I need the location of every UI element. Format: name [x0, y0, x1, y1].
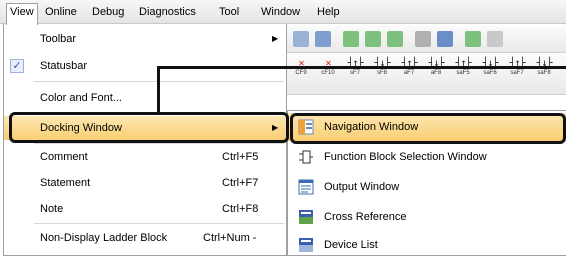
shortcut-label: Ctrl+F7 [222, 177, 259, 189]
read-icon[interactable] [487, 31, 503, 47]
function-key-label: saF7 [510, 70, 524, 76]
submenu-item-cross-reference-label: Cross Reference [324, 211, 407, 223]
monitor-icon[interactable] [315, 31, 331, 47]
menu-item-non-display-ladder-block-label: Non-Display Ladder Block [40, 232, 168, 244]
menu-tool[interactable]: Tool [216, 4, 242, 21]
menu-bar: View Online Debug Diagnostics Tool Windo… [0, 0, 566, 25]
menu-item-color-and-font-label: Color and Font... [40, 92, 122, 104]
ladder-icon[interactable] [343, 31, 359, 47]
submenu-item-device-list[interactable]: Device List [288, 231, 566, 259]
menu-view-label: View [10, 6, 34, 18]
checkmark-icon: ✓ [10, 59, 24, 73]
menu-item-toolbar-label: Toolbar [40, 33, 77, 45]
callout-leader-line [157, 66, 566, 69]
menu-item-non-display-ladder-block[interactable]: Non-Display Ladder Block Ctrl+Num - [4, 226, 286, 250]
function-block-icon [299, 150, 313, 164]
device-list-icon [299, 238, 313, 252]
navigation-window-callout [290, 113, 566, 144]
menu-item-comment[interactable]: Comment Ctrl+F5 [4, 145, 286, 169]
docking-window-callout [9, 112, 289, 143]
function-key-label: aF8 [430, 70, 442, 76]
ladder-insert-icon[interactable] [365, 31, 381, 47]
function-key-label: saF5 [456, 70, 470, 76]
submenu-item-function-block-selection-window[interactable]: Function Block Selection Window [288, 143, 566, 171]
menu-diagnostics[interactable]: Diagnostics [136, 4, 199, 21]
menu-item-color-and-font[interactable]: Color and Font... [4, 86, 286, 110]
menu-separator [34, 143, 284, 144]
standard-toolbar [283, 26, 566, 53]
function-key-label: sF7 [349, 70, 360, 76]
menu-help-label: Help [317, 6, 340, 18]
function-key-label: aF7 [403, 70, 415, 76]
submenu-arrow-icon: ▶ [272, 34, 279, 43]
cross-reference-icon [299, 210, 313, 224]
menu-online[interactable]: Online [42, 4, 80, 21]
shortcut-label: Ctrl+Num - [203, 232, 257, 244]
menu-window[interactable]: Window [258, 4, 303, 21]
menu-online-label: Online [45, 6, 77, 18]
submenu-item-device-list-label: Device List [324, 239, 378, 251]
zoom-icon[interactable] [415, 31, 431, 47]
menu-separator [34, 223, 284, 224]
function-key-label: CF9 [295, 70, 307, 76]
shortcut-label: Ctrl+F5 [222, 151, 259, 163]
menu-item-comment-label: Comment [40, 151, 88, 163]
submenu-item-function-block-selection-window-label: Function Block Selection Window [324, 151, 487, 163]
menu-diagnostics-label: Diagnostics [139, 6, 196, 18]
submenu-item-output-window[interactable]: Output Window [288, 173, 566, 201]
print-icon[interactable] [293, 31, 309, 47]
menu-item-note[interactable]: Note Ctrl+F8 [4, 197, 286, 221]
menu-debug-label: Debug [92, 6, 125, 18]
shortcut-label: Ctrl+F8 [222, 203, 259, 215]
menu-window-label: Window [261, 6, 301, 18]
monitor-start-icon[interactable] [437, 31, 453, 47]
submenu-item-output-window-label: Output Window [324, 181, 400, 193]
ladder-parallel-icon[interactable] [387, 31, 403, 47]
function-key-label: saF8 [537, 70, 551, 76]
menu-view[interactable]: View [6, 3, 38, 25]
menu-item-statement[interactable]: Statement Ctrl+F7 [4, 171, 286, 195]
output-window-icon [298, 179, 314, 195]
menu-item-note-label: Note [40, 203, 64, 215]
menu-debug[interactable]: Debug [89, 4, 127, 21]
callout-leader-line [157, 66, 160, 113]
menu-item-statement-label: Statement [40, 177, 91, 189]
function-key-label: cF10 [321, 70, 335, 76]
ladder-symbol-toolbar: ✕ CF9 ✕ cF10 ┤↑├ sF7 ┤↓├ sF8 ┤↑├ aF7 ┤↓├ aF8 ┤↑├ saF5… [283, 54, 566, 95]
menu-item-statusbar-label: Statusbar [40, 60, 88, 72]
menu-tool-label: Tool [219, 6, 240, 18]
function-key-label: sF8 [376, 70, 387, 76]
menu-help[interactable]: Help [314, 4, 343, 21]
write-icon[interactable] [465, 31, 481, 47]
submenu-item-cross-reference[interactable]: Cross Reference [288, 203, 566, 231]
menu-item-toolbar[interactable]: Toolbar ▶ [4, 27, 286, 51]
function-key-label: saF6 [483, 70, 497, 76]
